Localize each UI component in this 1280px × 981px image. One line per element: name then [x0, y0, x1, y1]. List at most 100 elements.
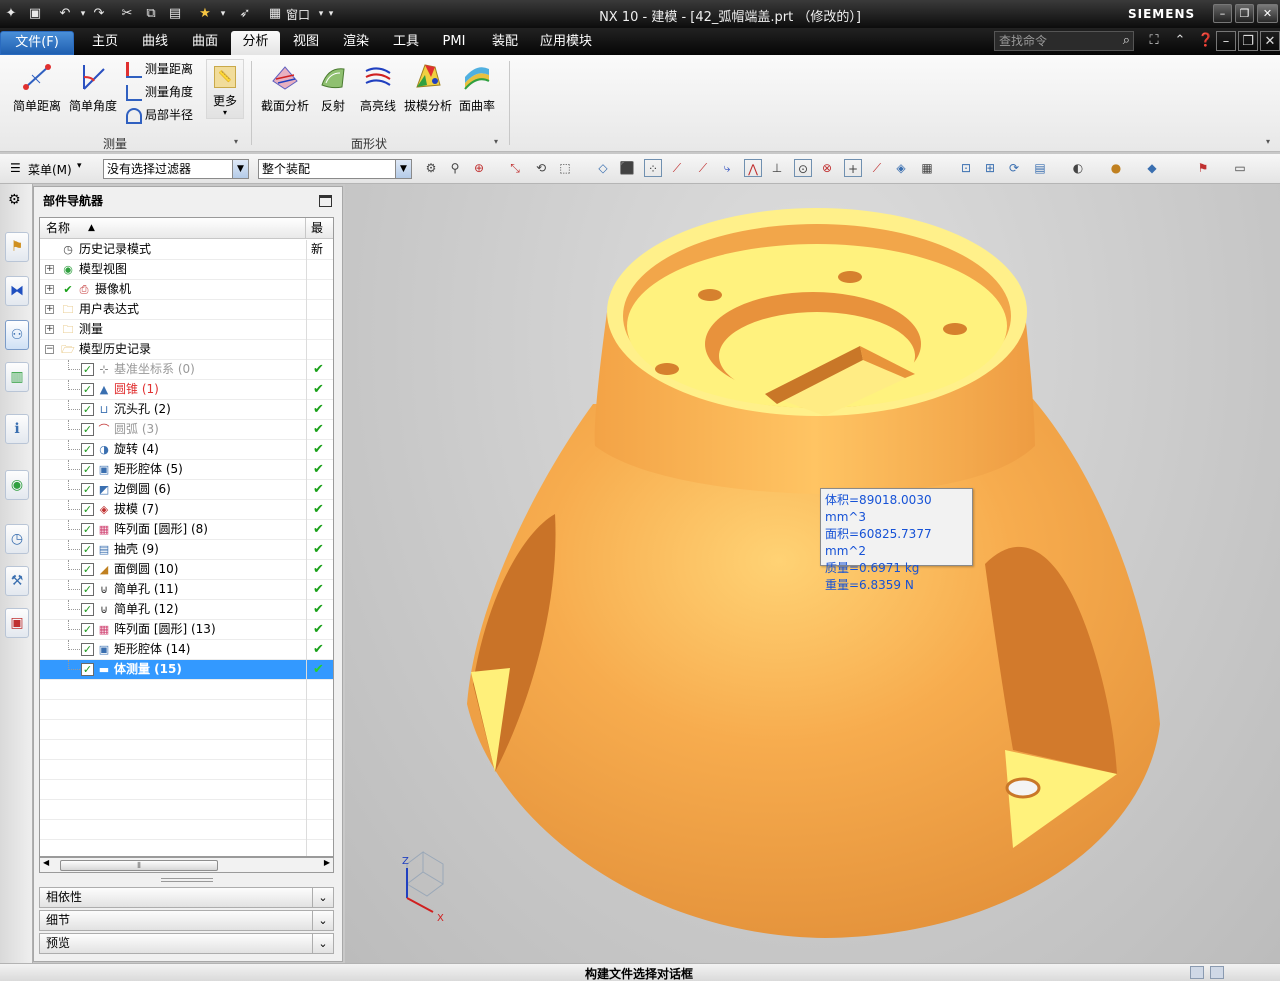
- face-curvature-button[interactable]: 面曲率: [456, 59, 498, 119]
- column-header-latest[interactable]: 最新: [306, 218, 333, 256]
- point-on-curve-icon[interactable]: ⟋: [868, 159, 886, 177]
- midpoint-snap-icon[interactable]: ⟋: [694, 159, 712, 177]
- orient-view-icon[interactable]: ▤: [1031, 159, 1049, 177]
- feature-row[interactable]: ✓ ⊹ 基准坐标系 (0) ✔: [40, 360, 333, 380]
- expand-toggle-icon[interactable]: +: [45, 305, 54, 314]
- shape-group-dropdown-icon[interactable]: ▾: [494, 137, 498, 146]
- dependencies-panel[interactable]: 相依性 ⌄: [39, 887, 334, 908]
- point-on-face-icon[interactable]: ◈: [892, 159, 910, 177]
- feature-row[interactable]: ✓ ⌒ 圆弧 (3) ✔: [40, 420, 333, 440]
- undo-icon[interactable]: ↶: [56, 4, 74, 24]
- feature-row[interactable]: ✓ ◢ 面倒圆 (10) ✔: [40, 560, 333, 580]
- feature-row[interactable]: ✓ ◈ 拔模 (7) ✔: [40, 500, 333, 520]
- chevron-down-icon[interactable]: ▼: [232, 160, 248, 178]
- tab-tools[interactable]: 工具: [383, 31, 429, 55]
- status-view-icon[interactable]: [1190, 966, 1204, 979]
- roles-icon[interactable]: ▣: [5, 608, 29, 638]
- tab-view[interactable]: 视图: [283, 31, 329, 55]
- feature-row[interactable]: ✓ ▣ 矩形腔体 (5) ✔: [40, 460, 333, 480]
- visibility-checkbox[interactable]: ✓: [81, 503, 94, 516]
- draft-analysis-button[interactable]: 拔模分析: [402, 59, 454, 119]
- customize-dropdown-icon[interactable]: ▾: [322, 4, 340, 24]
- feature-row[interactable]: ✓ ▤ 抽壳 (9) ✔: [40, 540, 333, 560]
- tab-pmi[interactable]: PMI: [433, 31, 475, 55]
- feature-row[interactable]: ✓ ▦ 阵列面 [圆形] (13) ✔: [40, 620, 333, 640]
- tab-assembly[interactable]: 装配: [482, 31, 528, 55]
- measure-angle-button[interactable]: 测量角度: [126, 82, 193, 102]
- doc-minimize-icon[interactable]: –: [1216, 31, 1236, 51]
- window-menu[interactable]: 窗口: [286, 6, 310, 23]
- history-icon[interactable]: ◷: [5, 524, 29, 554]
- tree-node[interactable]: + 🗀 用户表达式: [40, 300, 333, 320]
- measure-group-dropdown-icon[interactable]: ▾: [234, 137, 238, 146]
- redo-icon[interactable]: ↷: [90, 4, 108, 24]
- select-pointer-icon[interactable]: ⤡: [506, 159, 524, 177]
- visibility-checkbox[interactable]: ✓: [81, 403, 94, 416]
- tab-file[interactable]: 文件(F): [0, 31, 74, 55]
- feature-row[interactable]: ✓ ▲ 圆锥 (1) ✔: [40, 380, 333, 400]
- chevron-down-icon[interactable]: ⌄: [312, 911, 333, 930]
- visibility-checkbox[interactable]: ✓: [81, 423, 94, 436]
- visibility-checkbox[interactable]: ✓: [81, 603, 94, 616]
- visibility-checkbox[interactable]: ✓: [81, 443, 94, 456]
- tab-home[interactable]: 主页: [82, 31, 128, 55]
- search-icon[interactable]: ⌕: [1123, 32, 1130, 50]
- feature-row[interactable]: ✓ ▬ 体测量 (15) ✔: [40, 660, 333, 680]
- tree-node[interactable]: + ◉ 模型视图: [40, 260, 333, 280]
- chevron-down-icon[interactable]: ⌄: [312, 934, 333, 953]
- body-select-icon[interactable]: ⬛: [618, 159, 636, 177]
- visibility-checkbox[interactable]: ✓: [81, 643, 94, 656]
- simple-angle-button[interactable]: 简单角度: [66, 59, 120, 119]
- cut-icon[interactable]: ✂: [118, 4, 136, 24]
- assembly-navigator-icon[interactable]: ⚑: [5, 232, 29, 262]
- constraint-navigator-icon[interactable]: ⧓: [5, 276, 29, 306]
- chevron-down-icon[interactable]: ▼: [395, 160, 411, 178]
- paste-icon[interactable]: ▤: [166, 4, 184, 24]
- visibility-checkbox[interactable]: ✓: [81, 623, 94, 636]
- select-wizard-icon[interactable]: ⟲: [532, 159, 550, 177]
- local-radius-button[interactable]: 局部半径: [126, 105, 193, 125]
- details-panel[interactable]: 细节 ⌄: [39, 910, 334, 931]
- favorites-icon[interactable]: ★: [196, 4, 214, 24]
- system-materials-icon[interactable]: ⚒: [5, 566, 29, 596]
- teamcenter-icon[interactable]: ℹ: [5, 414, 29, 444]
- control-point-icon[interactable]: ⤷: [718, 159, 736, 177]
- visibility-checkbox[interactable]: ✓: [81, 463, 94, 476]
- measure-toolbar-icon[interactable]: ▭: [1231, 159, 1249, 177]
- scroll-right-icon[interactable]: ▶: [324, 858, 330, 867]
- resource-settings-icon[interactable]: ⚙: [8, 192, 21, 208]
- menu-icon[interactable]: ☰: [10, 161, 21, 175]
- tree-node[interactable]: + 🗀 测量: [40, 320, 333, 340]
- zoom-icon[interactable]: ⊞: [981, 159, 999, 177]
- nx-logo-icon[interactable]: ✦: [2, 4, 20, 24]
- visibility-checkbox[interactable]: ✓: [81, 523, 94, 536]
- tab-render[interactable]: 渲染: [333, 31, 379, 55]
- existing-point-icon[interactable]: +: [844, 159, 862, 177]
- face-select-icon[interactable]: ◇: [594, 159, 612, 177]
- help-icon[interactable]: ❓: [1196, 31, 1216, 51]
- horizontal-scrollbar[interactable]: ◀ ⦀ ▶: [39, 857, 334, 873]
- more-measure-button[interactable]: 📏 更多 ▾: [206, 59, 244, 119]
- general-selection-icon[interactable]: ⚙: [422, 159, 440, 177]
- tree-node[interactable]: + ✔ ⎙ 摄像机: [40, 280, 333, 300]
- tree-node[interactable]: ◷ 历史记录模式: [40, 240, 333, 260]
- save-icon[interactable]: ▣: [26, 4, 44, 24]
- doc-close-icon[interactable]: ✕: [1260, 31, 1280, 51]
- expand-toggle-icon[interactable]: +: [45, 325, 54, 334]
- scroll-thumb[interactable]: ⦀: [60, 860, 218, 871]
- visibility-checkbox[interactable]: ✓: [81, 543, 94, 556]
- visibility-check-icon[interactable]: ✔: [60, 282, 76, 297]
- preview-panel[interactable]: 预览 ⌄: [39, 933, 334, 954]
- tab-curve[interactable]: 曲线: [132, 31, 178, 55]
- arc-center-icon[interactable]: ⊙: [794, 159, 812, 177]
- part-model[interactable]: Z X: [345, 184, 1280, 963]
- intersection-icon[interactable]: ⋀: [744, 159, 762, 177]
- quadrant-icon[interactable]: ⊗: [818, 159, 836, 177]
- rotate-icon[interactable]: ⟳: [1005, 159, 1023, 177]
- feature-row[interactable]: ✓ ▣ 矩形腔体 (14) ✔: [40, 640, 333, 660]
- simple-distance-button[interactable]: 简单距离: [10, 59, 64, 119]
- fullscreen-icon[interactable]: ⛶: [1144, 31, 1164, 51]
- feature-row[interactable]: ✓ ⊍ 简单孔 (12) ✔: [40, 600, 333, 620]
- fit-view-icon[interactable]: ⊡: [957, 159, 975, 177]
- doc-restore-icon[interactable]: ❐: [1238, 31, 1258, 51]
